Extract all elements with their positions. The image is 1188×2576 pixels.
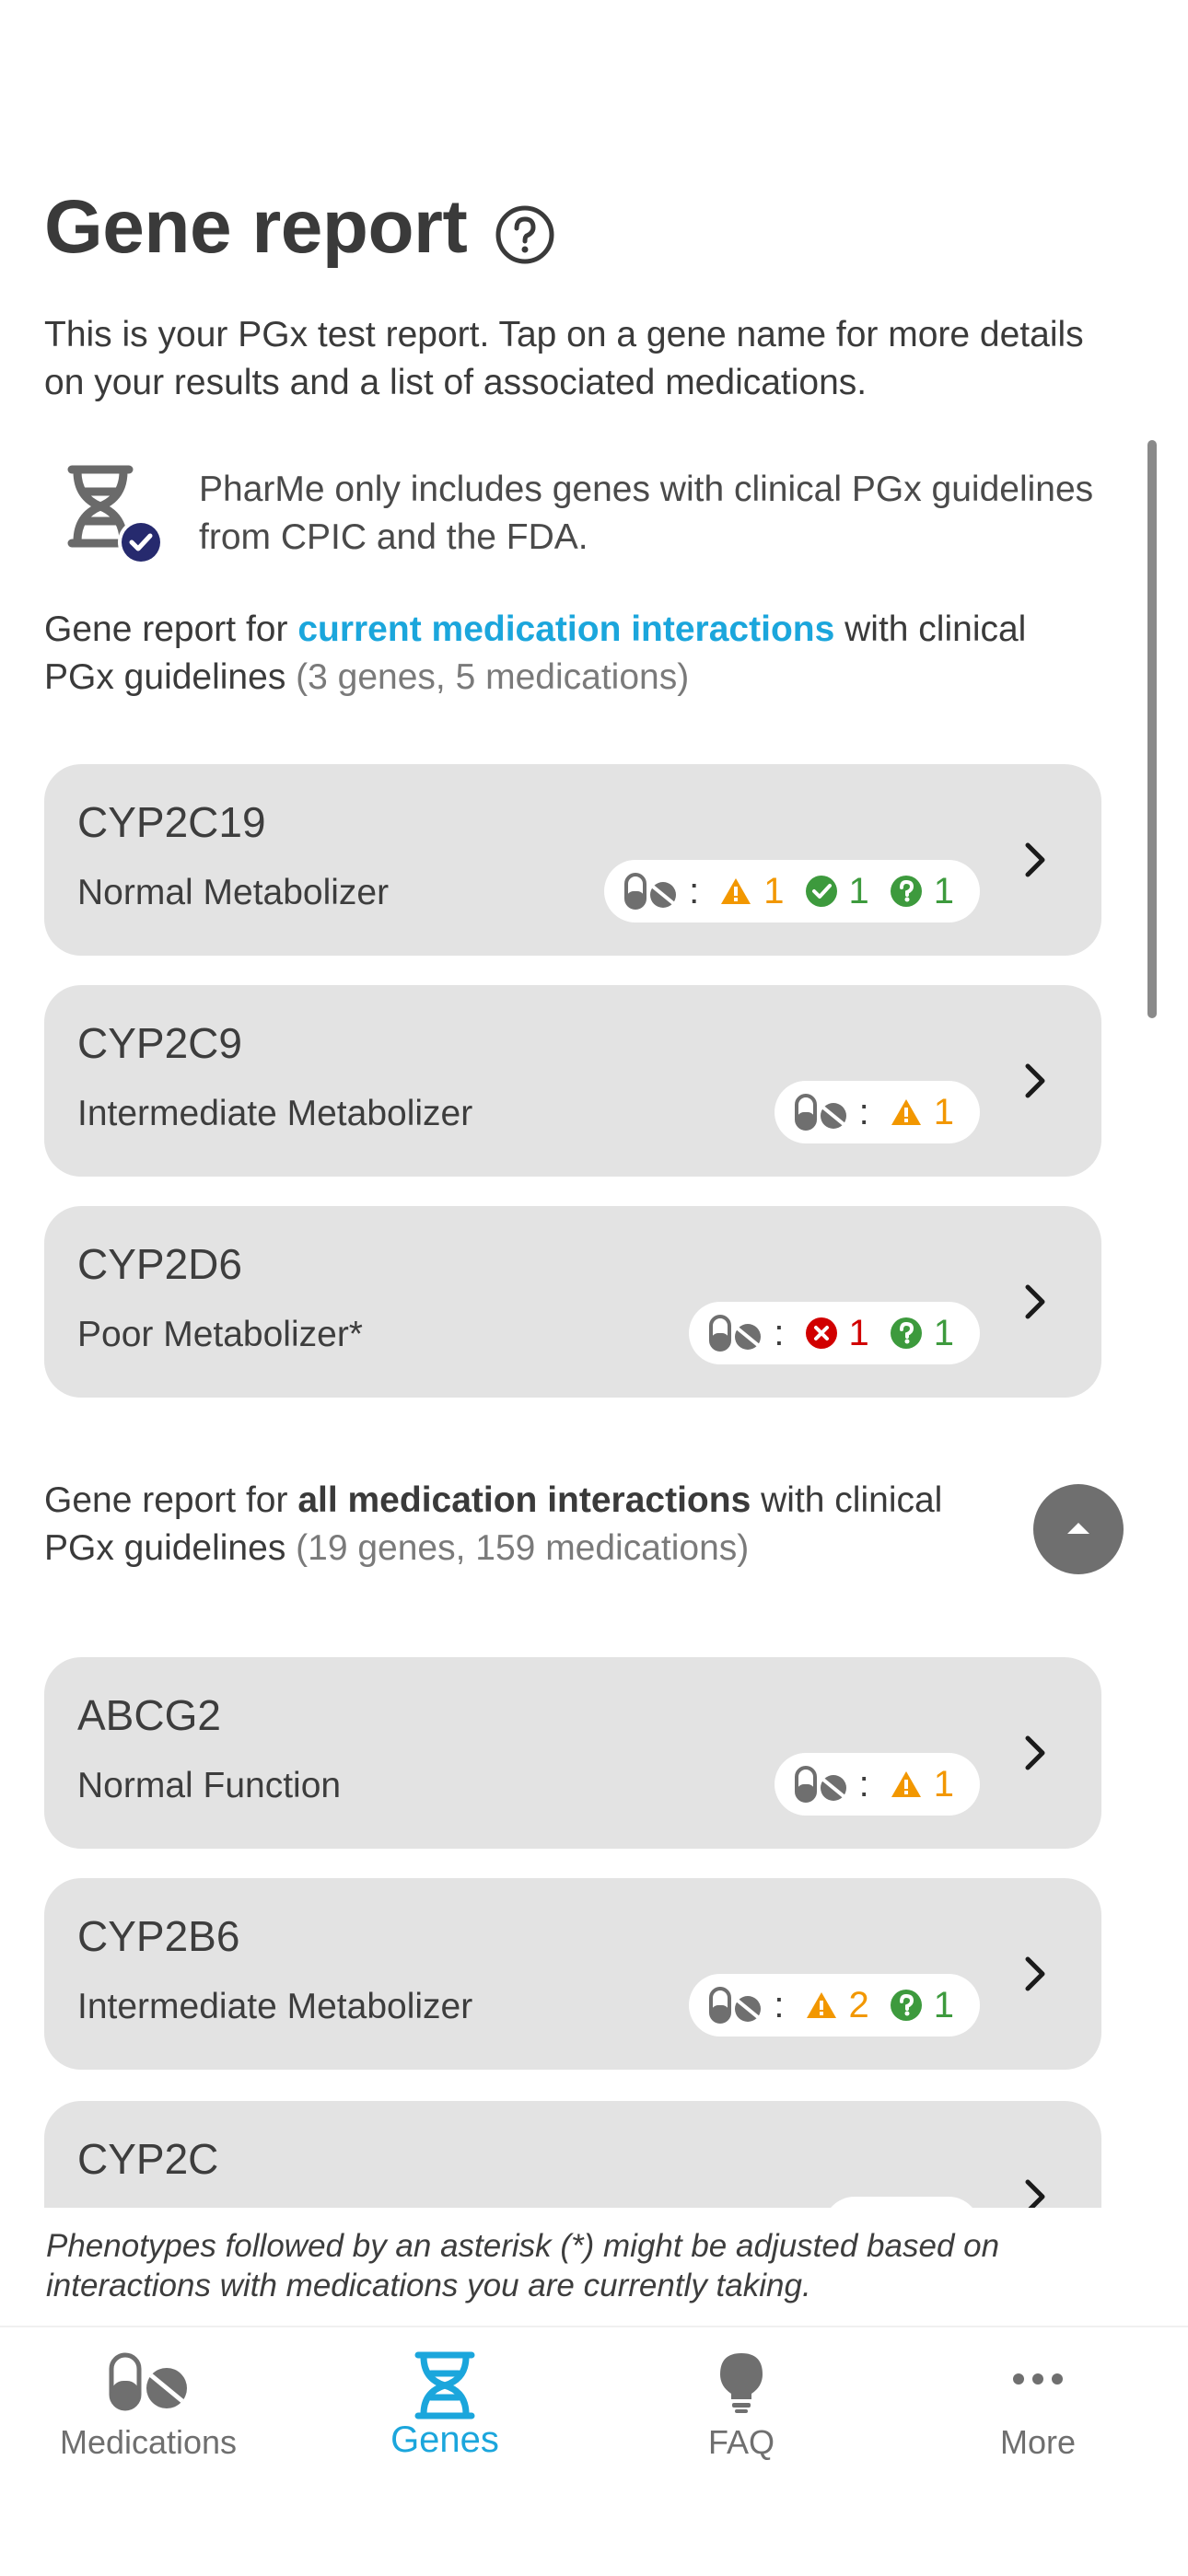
ok-count: 1 bbox=[848, 870, 869, 911]
gene-card-abcg2[interactable]: ABCG2 Normal Function : 1 bbox=[44, 1657, 1101, 1849]
help-icon[interactable] bbox=[495, 204, 555, 265]
warning-count: 1 bbox=[763, 870, 785, 911]
tab-label: More bbox=[999, 2423, 1077, 2461]
medication-count-badge: : 1 1 1 bbox=[604, 860, 980, 922]
gene-card-cyp2b6[interactable]: CYP2B6 Intermediate Metabolizer : 2 1 bbox=[44, 1878, 1101, 2070]
warning-count: 2 bbox=[848, 1984, 869, 2025]
gene-card-cyp2c9[interactable]: CYP2C9 Intermediate Metabolizer : 1 bbox=[44, 985, 1101, 1177]
tab-label: Medications bbox=[59, 2423, 238, 2461]
chevron-right-icon bbox=[1025, 842, 1045, 877]
gene-report-screen: Gene report This is your PGx test report… bbox=[0, 0, 1188, 2576]
gene-name: CYP2C9 bbox=[77, 1019, 242, 1067]
medication-count-badge: : 2 1 bbox=[689, 1974, 980, 2036]
gene-phenotype: Poor Metabolizer* bbox=[77, 1315, 363, 1354]
gene-card-cyp2c19[interactable]: CYP2C19 Normal Metabolizer : 1 1 1 bbox=[44, 764, 1101, 956]
dna-icon bbox=[414, 2351, 475, 2419]
gene-name: ABCG2 bbox=[77, 1691, 221, 1739]
gene-name: CYP2C19 bbox=[77, 798, 266, 846]
caret-up-icon bbox=[1067, 1523, 1089, 1534]
tab-more[interactable]: More bbox=[890, 2327, 1186, 2512]
question-icon bbox=[890, 1990, 922, 2021]
gene-phenotype: Intermediate Metabolizer bbox=[77, 1987, 473, 2026]
chevron-right-icon bbox=[1025, 1063, 1045, 1098]
collapse-button[interactable] bbox=[1033, 1484, 1124, 1574]
medication-count-badge bbox=[823, 2197, 980, 2208]
chevron-right-icon bbox=[1025, 2179, 1045, 2208]
tab-faq[interactable]: FAQ bbox=[593, 2327, 890, 2512]
medications-icon bbox=[624, 873, 677, 910]
gene-name: CYP2B6 bbox=[77, 1912, 240, 1960]
gene-card-cyp2d6[interactable]: CYP2D6 Poor Metabolizer* : 1 1 bbox=[44, 1206, 1101, 1398]
info-box: PharMe only includes genes with clinical… bbox=[64, 460, 1114, 571]
medication-count-badge: : 1 bbox=[774, 1753, 980, 1816]
tab-label: FAQ bbox=[707, 2423, 775, 2461]
warning-count: 1 bbox=[933, 1763, 954, 1804]
medications-icon bbox=[794, 1094, 846, 1131]
scrollbar[interactable] bbox=[1147, 440, 1157, 1018]
phenotype-footnote: Phenotypes followed by an asterisk (*) m… bbox=[46, 2228, 1000, 2303]
medications-icon bbox=[709, 1315, 762, 1352]
dna-check-icon bbox=[67, 465, 164, 565]
tab-genes[interactable]: Genes bbox=[297, 2327, 593, 2512]
unknown-count: 1 bbox=[933, 1984, 954, 2025]
warning-count: 1 bbox=[933, 1091, 954, 1132]
medications-icon bbox=[109, 2352, 187, 2411]
warning-icon bbox=[806, 1992, 836, 2018]
current-counts: (3 genes, 5 medications) bbox=[296, 657, 690, 697]
warning-icon bbox=[721, 878, 751, 904]
info-text: PharMe only includes genes with clinical… bbox=[199, 470, 1094, 557]
tab-label: Genes bbox=[390, 2419, 499, 2460]
question-icon bbox=[890, 1317, 922, 1349]
title-row: Gene report bbox=[44, 184, 555, 271]
scroll-area[interactable]: Gene report This is your PGx test report… bbox=[0, 0, 1188, 2208]
all-interactions-heading: Gene report for all medication interacti… bbox=[44, 1480, 943, 1568]
check-icon bbox=[805, 876, 837, 907]
page-title: Gene report bbox=[44, 185, 468, 269]
warning-icon bbox=[891, 1099, 921, 1125]
chevron-right-icon bbox=[1025, 1284, 1045, 1319]
current-interactions-link[interactable]: current medication interactions bbox=[297, 609, 834, 649]
intro-text: This is your PGx test report. Tap on a g… bbox=[44, 315, 1084, 402]
gene-phenotype: Intermediate Metabolizer bbox=[77, 1094, 473, 1133]
danger-icon bbox=[805, 1317, 837, 1349]
medications-icon bbox=[709, 1987, 762, 2024]
lightbulb-icon bbox=[720, 2353, 763, 2413]
chevron-right-icon bbox=[1025, 1956, 1045, 1991]
gene-phenotype: Normal Metabolizer bbox=[77, 873, 390, 912]
question-icon bbox=[890, 876, 922, 907]
gene-phenotype: Normal Function bbox=[77, 1766, 342, 1805]
unknown-count: 1 bbox=[933, 1312, 954, 1353]
medication-count-badge: : 1 1 bbox=[689, 1302, 980, 1364]
unknown-count: 1 bbox=[933, 870, 954, 911]
more-dots-icon bbox=[1013, 2373, 1063, 2385]
tab-medications[interactable]: Medications bbox=[0, 2327, 297, 2512]
danger-count: 1 bbox=[848, 1312, 869, 1353]
gene-card-cyp2c[interactable]: CYP2C bbox=[44, 2101, 1101, 2208]
all-counts: (19 genes, 159 medications) bbox=[296, 1528, 750, 1568]
medication-count-badge: : 1 bbox=[774, 1081, 980, 1143]
warning-icon bbox=[891, 1771, 921, 1797]
chevron-right-icon bbox=[1025, 1735, 1045, 1770]
bottom-tab-bar: Medications Genes FAQ More bbox=[0, 2326, 1188, 2576]
current-interactions-heading: Gene report for current medication inter… bbox=[44, 609, 1027, 697]
medications-icon bbox=[794, 1766, 846, 1803]
gene-name: CYP2C bbox=[77, 2135, 219, 2183]
gene-name: CYP2D6 bbox=[77, 1240, 242, 1288]
